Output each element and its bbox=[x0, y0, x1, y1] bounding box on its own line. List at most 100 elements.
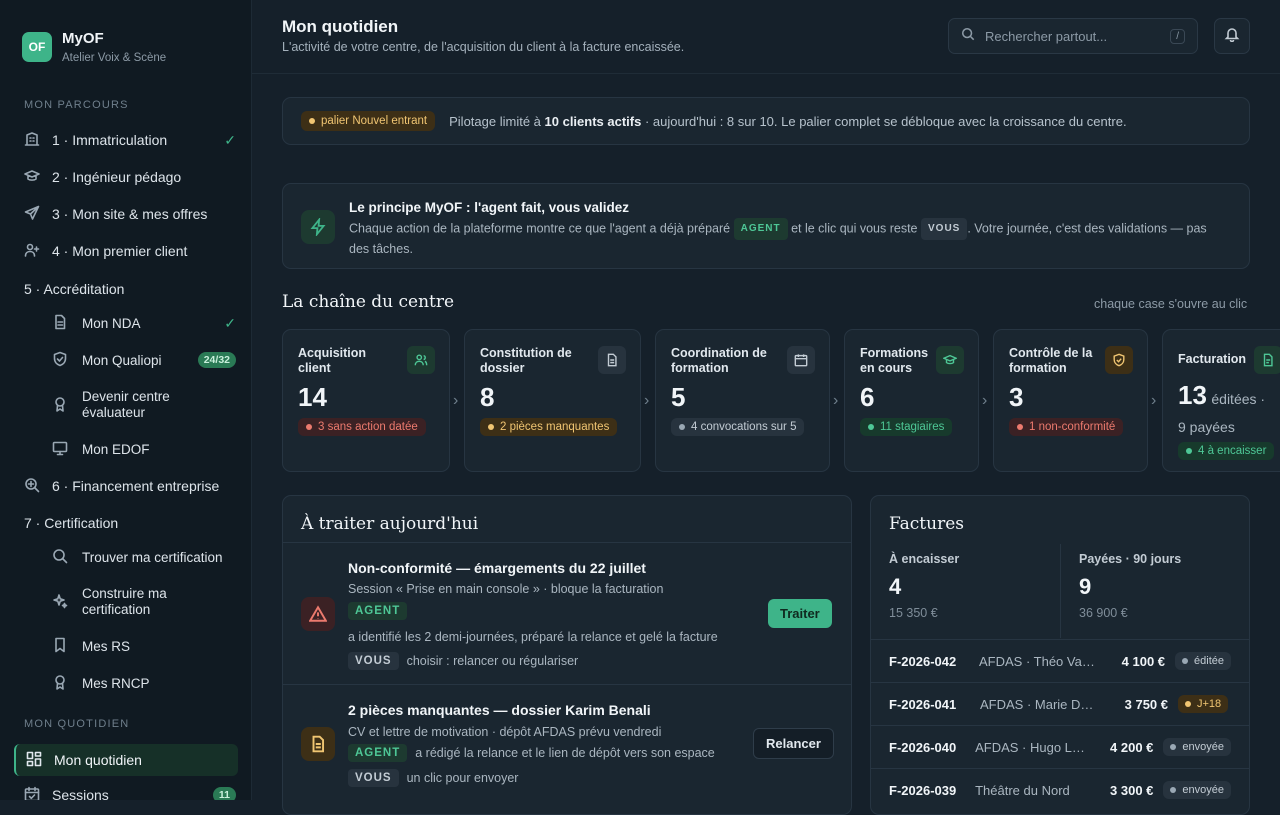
stage-formations-en-cours[interactable]: Formations en cours 6 11 stagiaires bbox=[844, 329, 979, 472]
stage-acquisition-client[interactable]: Acquisition client 14 3 sans action daté… bbox=[282, 329, 450, 472]
relancer-button[interactable]: Relancer bbox=[753, 728, 834, 759]
stage-value: 3 bbox=[1009, 382, 1024, 412]
building-icon bbox=[24, 131, 42, 149]
sessions-count-badge: 11 bbox=[212, 787, 236, 800]
principle-card: Le principe MyOF : l'agent fait, vous va… bbox=[282, 183, 1250, 269]
stage-facturation[interactable]: Facturation 13 éditées · 9 payées 4 à en… bbox=[1162, 329, 1280, 472]
sidebar-item-centre-evaluateur[interactable]: Devenir centre évaluateur bbox=[52, 389, 236, 421]
sidebar-item-edof[interactable]: Mon EDOF bbox=[52, 440, 236, 458]
stage-coordination-formation[interactable]: Coordination de formation 5 4 convocatio… bbox=[655, 329, 830, 472]
bookmark-icon bbox=[52, 637, 70, 655]
lightning-icon bbox=[301, 210, 335, 244]
agent-line: AGENT a rédigé la relance et le lien de d… bbox=[348, 744, 715, 762]
todo-item: 2 pièces manquantes — dossier Karim Bena… bbox=[283, 684, 851, 814]
award-icon bbox=[52, 396, 70, 414]
invoice-row[interactable]: F-2026-040 AFDAS · Hugo Lambert 4 200 € … bbox=[871, 725, 1249, 768]
sidebar-group-certification[interactable]: 7 · Certification bbox=[24, 515, 236, 531]
main-content: Mon quotidien L'activité de votre centre… bbox=[252, 0, 1280, 815]
file-text-icon bbox=[598, 346, 626, 374]
sidebar-item-ingenieur-pedago[interactable]: 2 · Ingénieur pédago bbox=[24, 168, 236, 186]
search-placeholder: Rechercher partout... bbox=[985, 28, 1108, 44]
sidebar-item-premier-client[interactable]: 4 · Mon premier client bbox=[24, 242, 236, 260]
stage-value: 6 bbox=[860, 382, 875, 412]
sparkle-icon bbox=[52, 593, 70, 611]
search-icon bbox=[961, 27, 975, 46]
send-icon bbox=[24, 205, 42, 223]
agent-chip: AGENT bbox=[733, 218, 788, 240]
chain-title: La chaîne du centre bbox=[282, 292, 455, 312]
sidebar-item-mon-quotidien[interactable]: Mon quotidien bbox=[14, 744, 238, 776]
users-icon bbox=[407, 346, 435, 374]
calendar-check-icon bbox=[24, 786, 42, 800]
kpi-payees[interactable]: Payées · 90 jours 9 36 900 € bbox=[1079, 552, 1249, 620]
stage-badge: 4 à encaisser bbox=[1178, 442, 1275, 460]
stage-value: 13 éditées · bbox=[1178, 380, 1266, 410]
stage-badge: 11 stagiaires bbox=[860, 418, 953, 436]
section-title-quotidien: MON QUOTIDIEN bbox=[24, 718, 130, 730]
notifications-button[interactable] bbox=[1214, 18, 1250, 54]
shield-alert-icon bbox=[1105, 346, 1133, 374]
stage-controle-formation[interactable]: Contrôle de la formation 3 1 non-conform… bbox=[993, 329, 1148, 472]
tier-badge: palier Nouvel entrant bbox=[301, 111, 436, 131]
traiter-button[interactable]: Traiter bbox=[768, 599, 832, 628]
invoice-row[interactable]: F-2026-041 AFDAS · Marie Dupont 3 750 € … bbox=[871, 682, 1249, 725]
todo-item-title: 2 pièces manquantes — dossier Karim Bena… bbox=[348, 702, 651, 718]
sidebar-item-trouver-certification[interactable]: Trouver ma certification bbox=[52, 548, 236, 566]
todo-item-subtitle: CV et lettre de motivation · dépôt AFDAS… bbox=[348, 725, 662, 739]
chain-hint: chaque case s'ouvre au clic bbox=[1094, 297, 1248, 311]
kpi-divider bbox=[1060, 544, 1061, 638]
invoice-status-badge: envoyée bbox=[1163, 781, 1231, 799]
brand[interactable]: OF MyOF Atelier Voix & Scène bbox=[22, 30, 166, 64]
user-plus-icon bbox=[24, 242, 42, 260]
principle-body: Chaque action de la plateforme montre ce… bbox=[349, 218, 1229, 258]
sidebar-item-qualiopi[interactable]: Mon Qualiopi 24/32 bbox=[52, 351, 236, 369]
stage-value: 14 bbox=[298, 382, 327, 412]
invoice-row[interactable]: F-2026-039 Théâtre du Nord 3 300 € envoy… bbox=[871, 768, 1249, 811]
search-input[interactable]: Rechercher partout... / bbox=[948, 18, 1198, 54]
sidebar-group-accreditation[interactable]: 5 · Accréditation bbox=[24, 281, 236, 297]
stage-constitution-dossier[interactable]: Constitution de dossier 8 2 pièces manqu… bbox=[464, 329, 641, 472]
invoices-title: Factures bbox=[889, 514, 964, 534]
todo-panel: À traiter aujourd'hui Non-conformité — é… bbox=[282, 495, 852, 815]
brand-subtitle: Atelier Voix & Scène bbox=[62, 52, 167, 64]
calendar-icon bbox=[787, 346, 815, 374]
sidebar-item-mes-rs[interactable]: Mes RS bbox=[52, 637, 236, 655]
brand-name: MyOF bbox=[62, 30, 104, 47]
award-icon bbox=[52, 674, 70, 692]
vous-line: VOUS un clic pour envoyer bbox=[348, 769, 518, 787]
sidebar-item-nda[interactable]: Mon NDA ✓ bbox=[52, 314, 236, 332]
tier-text: Pilotage limité à 10 clients actifs · au… bbox=[449, 113, 1127, 129]
sidebar-item-financement[interactable]: 6 · Financement entreprise bbox=[24, 477, 236, 495]
stage-badge: 3 sans action datée bbox=[298, 418, 426, 436]
invoice-row[interactable]: F-2026-042 AFDAS · Théo Vasseur 4 100 € … bbox=[871, 639, 1249, 682]
vous-chip: VOUS bbox=[921, 218, 968, 240]
check-icon: ✓ bbox=[224, 314, 236, 331]
stage-badge: 1 non-conformité bbox=[1009, 418, 1124, 436]
stage-value-secondary: 9 payées bbox=[1178, 419, 1235, 435]
todo-item: Non-conformité — émargements du 22 juill… bbox=[283, 542, 851, 684]
stage-badge: 2 pièces manquantes bbox=[480, 418, 618, 436]
sidebar-item-immatriculation[interactable]: 1 · Immatriculation ✓ bbox=[24, 131, 236, 149]
bell-icon bbox=[1224, 26, 1240, 47]
todo-item-subtitle: Session « Prise en main console » · bloq… bbox=[348, 582, 664, 596]
sidebar-item-mes-rncp[interactable]: Mes RNCP bbox=[52, 674, 236, 692]
graduation-cap-icon bbox=[936, 346, 964, 374]
search-icon bbox=[52, 548, 70, 566]
chevron-right-icon: › bbox=[982, 392, 988, 409]
search-shortcut-hint: / bbox=[1170, 28, 1185, 44]
monitor-icon bbox=[52, 440, 70, 458]
sidebar-item-site-offres[interactable]: 3 · Mon site & mes offres bbox=[24, 205, 236, 223]
kpi-a-encaisser[interactable]: À encaisser 4 15 350 € bbox=[889, 552, 1059, 620]
invoice-status-badge: éditée bbox=[1175, 652, 1231, 670]
page-subtitle: L'activité de votre centre, de l'acquisi… bbox=[282, 40, 685, 54]
sidebar-item-sessions[interactable]: Sessions 11 bbox=[24, 786, 236, 800]
top-bar: Mon quotidien L'activité de votre centre… bbox=[252, 0, 1280, 74]
sidebar-item-construire-certification[interactable]: Construire ma certification bbox=[52, 586, 236, 618]
page-title: Mon quotidien bbox=[282, 17, 399, 36]
chevron-right-icon: › bbox=[453, 392, 459, 409]
todo-item-title: Non-conformité — émargements du 22 juill… bbox=[348, 560, 646, 576]
stage-badge: 4 convocations sur 5 bbox=[671, 418, 805, 436]
tier-banner: palier Nouvel entrant Pilotage limité à … bbox=[282, 97, 1250, 145]
zoom-search-icon bbox=[24, 477, 42, 495]
chevron-right-icon: › bbox=[644, 392, 650, 409]
